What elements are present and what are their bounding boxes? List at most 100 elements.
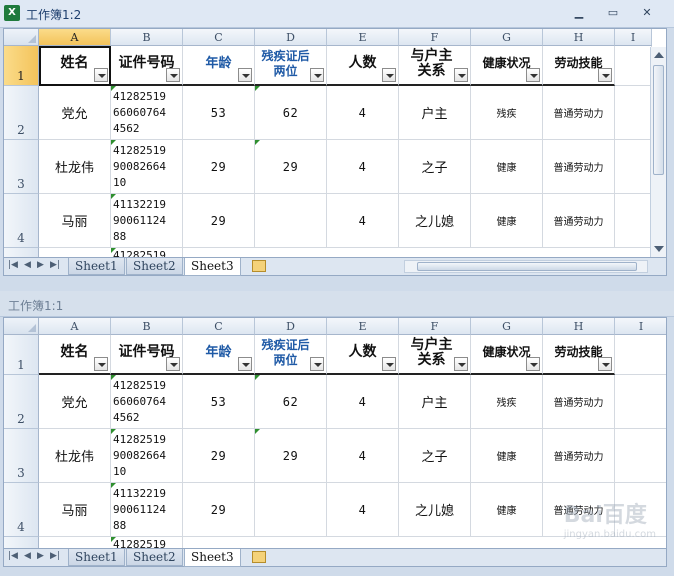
header-cell-relation[interactable]: 与户主关系 bbox=[399, 46, 471, 86]
first-sheet-icon[interactable]: |◀ bbox=[8, 551, 18, 561]
cell-id-partial[interactable]: 41282519 bbox=[111, 537, 183, 548]
filter-dropdown-icon[interactable] bbox=[94, 68, 108, 82]
filter-dropdown-icon[interactable] bbox=[382, 68, 396, 82]
cell-age[interactable]: 53 bbox=[183, 86, 255, 140]
vertical-scrollbar[interactable] bbox=[650, 47, 666, 257]
filter-dropdown-icon[interactable] bbox=[382, 357, 396, 371]
row-header-1[interactable]: 1 bbox=[4, 335, 39, 375]
sheet-tab-1[interactable]: Sheet1 bbox=[68, 258, 125, 275]
prev-sheet-icon[interactable]: ◀ bbox=[24, 260, 31, 270]
cell-disability[interactable]: 62 bbox=[255, 375, 327, 429]
cell-id-partial[interactable]: 41282519 bbox=[111, 248, 183, 257]
scroll-thumb[interactable] bbox=[653, 65, 664, 175]
header-cell-name[interactable]: 姓名 bbox=[39, 335, 111, 375]
cell-health[interactable]: 健康 bbox=[471, 140, 543, 194]
column-header-a[interactable]: A bbox=[39, 29, 111, 46]
cell-disability[interactable] bbox=[255, 194, 327, 248]
filter-dropdown-icon[interactable] bbox=[598, 357, 612, 371]
cell-relation[interactable]: 之子 bbox=[399, 429, 471, 483]
cell-id[interactable]: 41132219 90061124 88 bbox=[111, 194, 183, 248]
next-sheet-icon[interactable]: ▶ bbox=[37, 551, 44, 561]
spreadsheet-grid[interactable]: A B C D E F G H I 1 2 3 4 姓名 证件号码 年龄 残疾证… bbox=[3, 317, 667, 549]
cell-name[interactable]: 党允 bbox=[39, 375, 111, 429]
cell-skill[interactable]: 普通劳动力 bbox=[543, 194, 615, 248]
cell-health[interactable]: 残疾 bbox=[471, 375, 543, 429]
filter-dropdown-icon[interactable] bbox=[166, 68, 180, 82]
cell-skill[interactable]: 普通劳动力 bbox=[543, 140, 615, 194]
cell-count[interactable]: 4 bbox=[327, 483, 399, 537]
row-header-4[interactable]: 4 bbox=[4, 194, 39, 248]
column-header-i[interactable]: I bbox=[615, 318, 666, 335]
row-header-2[interactable]: 2 bbox=[4, 86, 39, 140]
scroll-up-icon[interactable] bbox=[654, 52, 664, 58]
cell-skill[interactable]: 普通劳动力 bbox=[543, 429, 615, 483]
header-cell-health[interactable]: 健康状况 bbox=[471, 335, 543, 375]
cell-count[interactable]: 4 bbox=[327, 194, 399, 248]
filter-dropdown-icon[interactable] bbox=[310, 68, 324, 82]
header-cell-id[interactable]: 证件号码 bbox=[111, 46, 183, 86]
cell-count[interactable]: 4 bbox=[327, 429, 399, 483]
column-header-h[interactable]: H bbox=[543, 318, 615, 335]
cell-id[interactable]: 41282519 90082664 10 bbox=[111, 140, 183, 194]
next-sheet-icon[interactable]: ▶ bbox=[37, 260, 44, 270]
header-cell-health[interactable]: 健康状况 bbox=[471, 46, 543, 86]
cell-age[interactable]: 29 bbox=[183, 140, 255, 194]
column-header-a[interactable]: A bbox=[39, 318, 111, 335]
filter-dropdown-icon[interactable] bbox=[94, 357, 108, 371]
cell-relation[interactable]: 户主 bbox=[399, 86, 471, 140]
filter-dropdown-icon[interactable] bbox=[310, 357, 324, 371]
filter-dropdown-icon[interactable] bbox=[454, 357, 468, 371]
filter-dropdown-icon[interactable] bbox=[166, 357, 180, 371]
row-header-2[interactable]: 2 bbox=[4, 375, 39, 429]
column-header-e[interactable]: E bbox=[327, 318, 399, 335]
new-sheet-icon[interactable] bbox=[252, 551, 266, 563]
sheet-tab-2[interactable]: Sheet2 bbox=[126, 258, 183, 275]
cell-age[interactable]: 53 bbox=[183, 375, 255, 429]
scroll-down-icon[interactable] bbox=[654, 246, 664, 252]
header-cell-disability[interactable]: 残疾证后两位 bbox=[255, 46, 327, 86]
sheet-tab-2[interactable]: Sheet2 bbox=[126, 549, 183, 566]
cell-count[interactable]: 4 bbox=[327, 375, 399, 429]
column-header-c[interactable]: C bbox=[183, 318, 255, 335]
column-header-g[interactable]: G bbox=[471, 318, 543, 335]
cell-id[interactable]: 41282519 90082664 10 bbox=[111, 429, 183, 483]
header-cell-disability[interactable]: 残疾证后两位 bbox=[255, 335, 327, 375]
cell-id[interactable]: 41282519 66060764 4562 bbox=[111, 86, 183, 140]
column-header-i[interactable]: I bbox=[615, 29, 652, 46]
header-cell-count[interactable]: 人数 bbox=[327, 46, 399, 86]
cell-skill[interactable]: 普通劳动力 bbox=[543, 86, 615, 140]
row-header-5[interactable] bbox=[4, 537, 39, 548]
last-sheet-icon[interactable]: ▶| bbox=[50, 551, 60, 561]
row-header-4[interactable]: 4 bbox=[4, 483, 39, 537]
last-sheet-icon[interactable]: ▶| bbox=[50, 260, 60, 270]
header-cell-skill[interactable]: 劳动技能 bbox=[543, 46, 615, 86]
column-header-d[interactable]: D bbox=[255, 29, 327, 46]
filter-dropdown-icon[interactable] bbox=[598, 68, 612, 82]
cell-relation[interactable]: 之子 bbox=[399, 140, 471, 194]
column-header-d[interactable]: D bbox=[255, 318, 327, 335]
filter-dropdown-icon[interactable] bbox=[238, 357, 252, 371]
empty-cell[interactable] bbox=[615, 375, 666, 429]
empty-cell[interactable] bbox=[615, 46, 652, 86]
close-button[interactable]: ✕ bbox=[636, 4, 658, 22]
filter-dropdown-icon[interactable] bbox=[526, 68, 540, 82]
cell-relation[interactable]: 之儿媳 bbox=[399, 483, 471, 537]
sheet-tab-3[interactable]: Sheet3 bbox=[184, 549, 241, 567]
cell-health[interactable]: 残疾 bbox=[471, 86, 543, 140]
cell-skill[interactable]: 普通劳动力 bbox=[543, 375, 615, 429]
cell-relation[interactable]: 户主 bbox=[399, 375, 471, 429]
empty-cell[interactable] bbox=[615, 194, 652, 248]
horizontal-scrollbar[interactable] bbox=[404, 260, 648, 273]
cell-name[interactable]: 杜龙伟 bbox=[39, 140, 111, 194]
header-cell-count[interactable]: 人数 bbox=[327, 335, 399, 375]
cell-health[interactable]: 健康 bbox=[471, 429, 543, 483]
cell-count[interactable]: 4 bbox=[327, 140, 399, 194]
filter-dropdown-icon[interactable] bbox=[454, 68, 468, 82]
empty-cell[interactable] bbox=[615, 335, 666, 375]
cell-name[interactable]: 马丽 bbox=[39, 194, 111, 248]
sheet-tab-3[interactable]: Sheet3 bbox=[184, 258, 241, 276]
cell-disability[interactable]: 29 bbox=[255, 429, 327, 483]
filter-dropdown-icon[interactable] bbox=[526, 357, 540, 371]
filter-dropdown-icon[interactable] bbox=[238, 68, 252, 82]
empty-cell[interactable] bbox=[615, 86, 652, 140]
